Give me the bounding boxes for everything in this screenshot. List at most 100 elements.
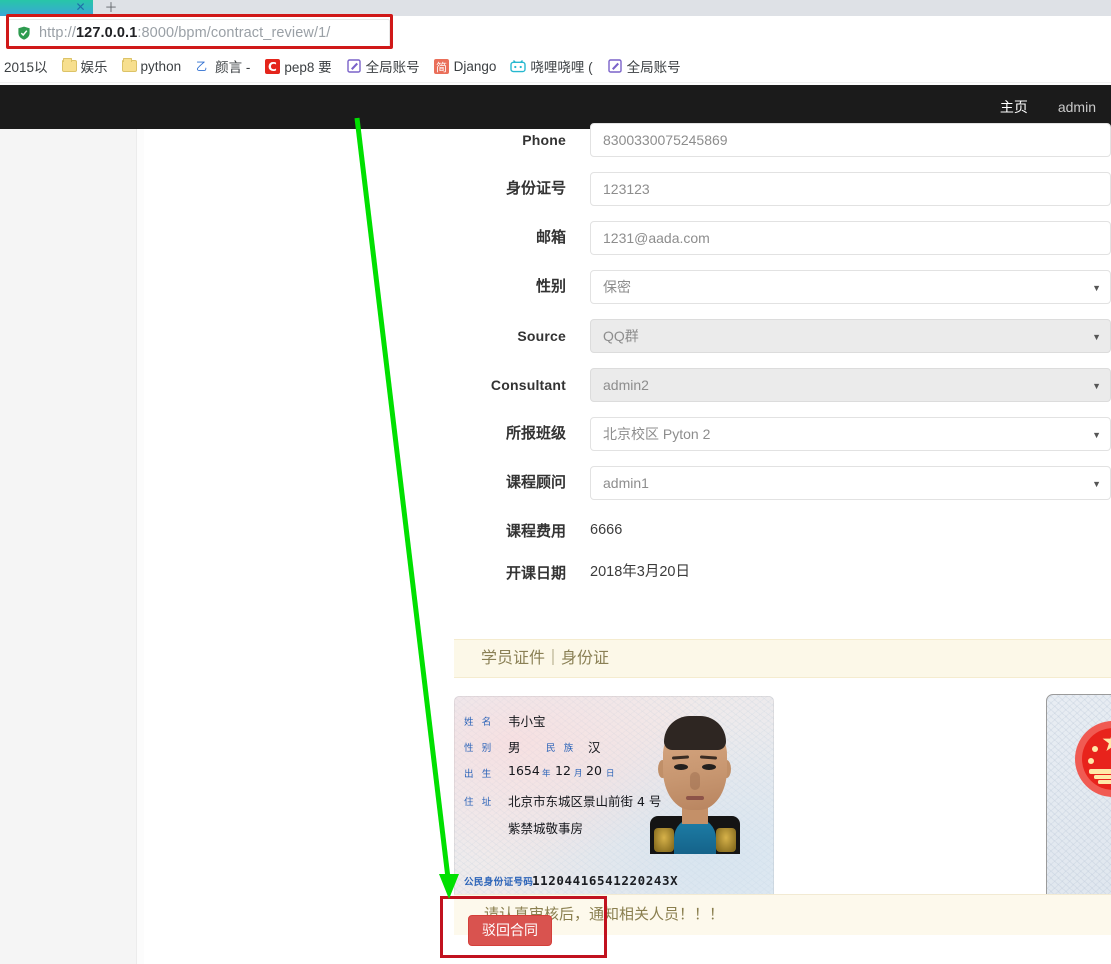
id-sex-key: 性 别 <box>464 743 494 754</box>
id-birth-month: 12 <box>555 763 571 778</box>
source-select[interactable]: QQ群 ▼ <box>590 319 1111 353</box>
bookmark-label: 全局账号 <box>626 60 681 75</box>
course-advisor-select[interactable]: admin1 ▼ <box>590 466 1111 500</box>
gutter-divider <box>137 129 144 964</box>
note-icon <box>607 58 623 74</box>
bilibili-icon <box>510 58 527 74</box>
svg-text:简: 简 <box>436 60 447 74</box>
field-label: Source <box>517 328 566 344</box>
bookmark-zhihu[interactable]: 乙 颜言 - <box>191 55 254 77</box>
bookmark-label: 全局账号 <box>365 60 420 75</box>
bookmark-global-account-1[interactable]: 全局账号 <box>342 55 424 77</box>
form-row-start-date: 开课日期 2018年3月20日 <box>144 557 1111 606</box>
id-address-line1: 北京市东城区景山前街 4 号 <box>508 794 662 809</box>
svg-text:乙: 乙 <box>196 60 207 73</box>
reject-contract-button[interactable]: 驳回合同 <box>468 915 552 946</box>
page-viewport: 主页 admin Phone 8300330075245869 身份证号 123… <box>0 85 1111 964</box>
id-ethnic-value: 汉 <box>588 740 601 755</box>
bookmark-label: 2015以 <box>4 60 48 75</box>
field-label: 性别 <box>535 278 566 295</box>
chevron-down-icon: ▼ <box>1092 283 1101 293</box>
bookmark-django[interactable]: 简 Django <box>430 55 501 77</box>
jianshu-icon: 简 <box>434 58 450 74</box>
id-birth-year: 1654 <box>508 763 540 778</box>
form-row-gender: 性别 保密 ▼ <box>144 270 1111 319</box>
form-row-phone: Phone 8300330075245869 <box>144 123 1111 172</box>
form-row-id-number: 身份证号 123123 <box>144 172 1111 221</box>
id-portrait-photo <box>646 716 742 854</box>
bookmark-label: 哓哩哓哩 ( <box>530 60 593 75</box>
url-host: 127.0.0.1 <box>75 25 138 41</box>
svg-text:C: C <box>268 60 277 74</box>
field-label: 邮箱 <box>535 229 566 246</box>
bookmark-label: 颜言 - <box>215 60 251 75</box>
id-card-front-image[interactable]: 姓 名 韦小宝 性 别 男 民 族 汉 出 生 1654 年 12 月 20 日… <box>454 696 774 901</box>
shield-icon[interactable] <box>16 26 31 41</box>
address-bar[interactable]: http://127.0.0.1:8000/bpm/contract_revie… <box>8 19 390 47</box>
bookmark-bilibili[interactable]: 哓哩哓哩 ( <box>506 55 596 77</box>
id-name-value: 韦小宝 <box>508 714 546 729</box>
bookmark-2015[interactable]: 2015以 <box>0 55 52 77</box>
id-birth-day-unit: 日 <box>606 769 615 779</box>
close-icon[interactable]: ✕ <box>74 1 87 14</box>
bookmarks-bar: 2015以 娱乐 python 乙 颜言 - C pep8 要 全局账号 简 D… <box>0 50 1111 83</box>
consultant-select[interactable]: admin2 ▼ <box>590 368 1111 402</box>
start-date-value: 2018年3月20日 <box>590 564 690 580</box>
id-sex-value: 男 <box>508 740 521 755</box>
field-label: Phone <box>522 132 566 148</box>
id-birth-year-unit: 年 <box>542 769 551 779</box>
course-fee-value: 6666 <box>590 522 623 538</box>
bookmark-label: Django <box>453 58 497 74</box>
select-value: 保密 <box>603 279 631 295</box>
bookmark-global-account-2[interactable]: 全局账号 <box>603 55 685 77</box>
bookmark-label: python <box>140 58 182 74</box>
c-icon: C <box>264 58 280 74</box>
bookmark-label: pep8 要 <box>284 60 332 75</box>
review-notice-text: 请认真审核后，通知相关人员！！！ <box>454 894 1111 935</box>
omnibox-row: http://127.0.0.1:8000/bpm/contract_revie… <box>0 16 1111 50</box>
select-value: QQ群 <box>603 328 639 344</box>
id-birth-key: 出 生 <box>464 769 494 780</box>
content-pane: Phone 8300330075245869 身份证号 123123 邮箱 12… <box>144 123 1111 964</box>
id-card-back-image[interactable] <box>1046 694 1111 903</box>
id-birth-day: 20 <box>586 763 602 778</box>
form-row-consultant: Consultant admin2 ▼ <box>144 368 1111 417</box>
tab-strip: ✕ ＋ <box>0 0 1111 16</box>
national-emblem-icon <box>1075 721 1111 797</box>
gender-select[interactable]: 保密 ▼ <box>590 270 1111 304</box>
id-ethnic-key: 民 族 <box>546 743 576 754</box>
email-input[interactable]: 1231@aada.com <box>590 221 1111 255</box>
new-tab-icon[interactable]: ＋ <box>100 0 122 16</box>
class-select[interactable]: 北京校区 Pyton 2 ▼ <box>590 417 1111 451</box>
bookmark-python[interactable]: python <box>118 55 186 77</box>
chevron-down-icon: ▼ <box>1092 381 1101 391</box>
phone-input[interactable]: 8300330075245869 <box>590 123 1111 157</box>
folder-icon <box>61 58 77 72</box>
form-row-source: Source QQ群 ▼ <box>144 319 1111 368</box>
note-icon <box>346 58 362 74</box>
form-row-class: 所报班级 北京校区 Pyton 2 ▼ <box>144 417 1111 466</box>
bookmark-pep8[interactable]: C pep8 要 <box>260 55 335 77</box>
url-suffix: :8000/bpm/contract_review/1/ <box>137 25 331 41</box>
bookmark-entertainment[interactable]: 娱乐 <box>58 55 112 77</box>
id-name-key: 姓 名 <box>464 717 494 728</box>
field-label: 所报班级 <box>505 425 566 442</box>
id-address-key: 住 址 <box>464 797 494 808</box>
id-address-line2: 紫禁城敬事房 <box>508 821 584 836</box>
certificate-panel-header: 学员证件｜身份证 <box>454 639 1111 678</box>
browser-chrome: ✕ ＋ http://127.0.0.1:8000/bpm/contract_r… <box>0 0 1111 85</box>
url-text: http://127.0.0.1:8000/bpm/contract_revie… <box>39 25 330 41</box>
select-value: admin1 <box>603 475 649 491</box>
chevron-down-icon: ▼ <box>1092 332 1101 342</box>
chevron-down-icon: ▼ <box>1092 430 1101 440</box>
id-number-value: 11204416541220243X <box>532 873 679 888</box>
field-label: 课程费用 <box>505 523 566 540</box>
browser-tab-active[interactable]: ✕ <box>0 0 93 16</box>
field-label: 课程顾问 <box>505 474 566 491</box>
id-number-input[interactable]: 123123 <box>590 172 1111 206</box>
id-birth-month-unit: 月 <box>574 769 583 779</box>
folder-icon <box>121 58 137 72</box>
field-label: Consultant <box>490 377 566 393</box>
zhihu-icon: 乙 <box>195 58 211 74</box>
left-gutter <box>0 129 137 964</box>
